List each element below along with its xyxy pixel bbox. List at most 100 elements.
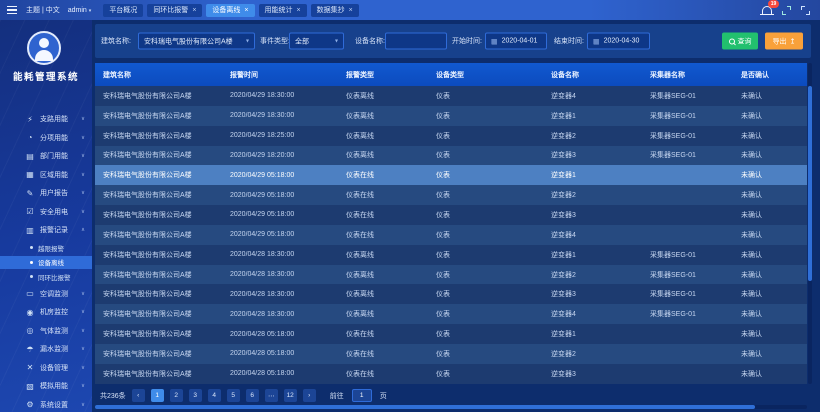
chevron-icon: ∨ <box>81 116 85 122</box>
pagination-ellipsis[interactable]: ⋯ <box>265 389 278 402</box>
table-cell: 仪表在线 <box>338 190 428 200</box>
pagination-page-2[interactable]: 2 <box>170 389 183 402</box>
sidebar-item-区域用能[interactable]: ▦区域用能∨ <box>0 166 92 185</box>
pagination-page-6[interactable]: 6 <box>246 389 259 402</box>
tab-用能统计[interactable]: 用能统计× <box>259 4 307 17</box>
sidebar-subitem-同环比报警[interactable]: 同环比报警 <box>0 270 92 283</box>
pagination-page-3[interactable]: 3 <box>189 389 202 402</box>
goto-page-input[interactable]: 1 <box>352 389 372 402</box>
chevron-icon: ∨ <box>81 153 85 159</box>
sidebar-item-漏水监测[interactable]: ☂漏水监测∨ <box>0 340 92 359</box>
tab-close-icon[interactable]: × <box>192 7 196 14</box>
table-row[interactable]: 安科瑞电气股份有限公司A楼2020/04/28 18:30:00仪表离线仪表逆变… <box>95 284 807 304</box>
export-button[interactable]: 导出 ↥ <box>765 33 803 50</box>
table-cell: 仪表在线 <box>338 230 428 240</box>
table-row[interactable]: 安科瑞电气股份有限公司A楼2020/04/28 05:18:00仪表在线仪表逆变… <box>95 324 807 344</box>
tab-平台概况[interactable]: 平台概况 <box>103 4 143 17</box>
sidebar-item-安全用电[interactable]: ☑安全用电∨ <box>0 203 92 222</box>
device-name-input[interactable] <box>385 33 447 50</box>
fullscreen-icon[interactable] <box>801 6 810 15</box>
sidebar-item-用户报告[interactable]: ✎用户报告∨ <box>0 184 92 203</box>
table-cell: 采集器SEG-01 <box>642 91 733 101</box>
sidebar-subitem-设备离线[interactable]: 设备离线 <box>0 256 92 269</box>
table-row[interactable]: 安科瑞电气股份有限公司A楼2020/04/29 05:18:00仪表在线仪表逆变… <box>95 165 807 185</box>
chevron-icon: ∨ <box>81 209 85 215</box>
vertical-scrollbar-track[interactable] <box>808 63 812 384</box>
pagination-page-1[interactable]: 1 <box>151 389 164 402</box>
tab-数据集抄[interactable]: 数据集抄 × <box>311 4 359 17</box>
sidebar-item-模拟用能[interactable]: ▧模拟用能∨ <box>0 377 92 396</box>
table-row[interactable]: 安科瑞电气股份有限公司A楼2020/04/28 05:18:00仪表在线仪表逆变… <box>95 344 807 364</box>
building-label: 建筑名称: <box>101 24 131 58</box>
table-cell: 2020/04/29 05:18:00 <box>222 192 338 199</box>
sidebar: 能耗管理系统 ⚡支路用能∨◔分项用能∨▤部门用能∨▦区域用能∨✎用户报告∨☑安全… <box>0 20 92 412</box>
sidebar-item-机房监控[interactable]: ◉机房监控∨ <box>0 303 92 322</box>
building-select[interactable]: 安科瑞电气股份有限公司A楼 ▾ <box>138 33 255 50</box>
tab-label: 数据集抄 <box>317 5 345 15</box>
table-row[interactable]: 安科瑞电气股份有限公司A楼2020/04/28 18:30:00仪表离线仪表逆变… <box>95 265 807 285</box>
table-cell: 逆变器3 <box>543 289 642 299</box>
pagination-page-12[interactable]: 12 <box>284 389 297 402</box>
table-cell: 采集器SEG-01 <box>642 131 733 141</box>
start-date-input[interactable]: ▦ 2020-04-01 <box>485 33 547 50</box>
sidebar-item-气体监测[interactable]: ◎气体监测∨ <box>0 322 92 341</box>
tab-设备离线[interactable]: 设备离线× <box>206 4 254 17</box>
user-menu[interactable]: admin▾ <box>68 7 92 14</box>
topbar: 主题 | 中文 admin▾ 平台概况同环比报警× 设备离线× 用能统计× 数据集抄 ×… <box>0 0 820 20</box>
event-type-select[interactable]: 全部 ▾ <box>289 33 344 50</box>
sidebar-item-报警记录[interactable]: ▥报警记录∧ <box>0 221 92 240</box>
vertical-scrollbar-thumb[interactable] <box>808 86 812 281</box>
table-cell: 安科瑞电气股份有限公司A楼 <box>95 190 222 200</box>
table-row[interactable]: 安科瑞电气股份有限公司A楼2020/04/29 05:18:00仪表在线仪表逆变… <box>95 185 807 205</box>
sidebar-item-空调监测[interactable]: ▭空调监测∨ <box>0 285 92 304</box>
table-cell: 仪表离线 <box>338 289 428 299</box>
table-cell: 安科瑞电气股份有限公司A楼 <box>95 111 222 121</box>
sidebar-item-支路用能[interactable]: ⚡支路用能∨ <box>0 110 92 129</box>
region-energy-icon: ▦ <box>24 170 36 179</box>
horizontal-scrollbar-thumb[interactable] <box>95 405 755 409</box>
column-header-设备名称: 设备名称 <box>543 70 642 80</box>
tab-close-icon[interactable]: × <box>349 7 353 14</box>
chevron-icon: ∨ <box>81 291 85 297</box>
tab-close-icon[interactable]: × <box>297 7 301 14</box>
pagination-prev-button[interactable]: ‹ <box>132 389 145 402</box>
table-cell: 仪表 <box>428 270 543 280</box>
menu-toggle-icon[interactable] <box>7 6 17 14</box>
theme-language-switch[interactable]: 主题 | 中文 <box>26 5 60 15</box>
table-row[interactable]: 安科瑞电气股份有限公司A楼2020/04/29 18:25:00仪表离线仪表逆变… <box>95 126 807 146</box>
table-cell: 逆变器3 <box>543 369 642 379</box>
sidebar-item-系统设置[interactable]: ⚙系统设置∨ <box>0 396 92 412</box>
sidebar-item-label: 设备管理 <box>40 363 68 373</box>
pagination-page-4[interactable]: 4 <box>208 389 221 402</box>
sidebar-subitem-越限报警[interactable]: 越限报警 <box>0 241 92 254</box>
table-row[interactable]: 安科瑞电气股份有限公司A楼2020/04/28 05:18:00仪表在线仪表逆变… <box>95 364 807 384</box>
search-button[interactable]: 查询 <box>722 33 758 50</box>
tab-同环比报警[interactable]: 同环比报警× <box>147 4 202 17</box>
table-cell: 逆变器2 <box>543 270 642 280</box>
table-cell: 仪表离线 <box>338 91 428 101</box>
table-row[interactable]: 安科瑞电气股份有限公司A楼2020/04/28 18:30:00仪表离线仪表逆变… <box>95 245 807 265</box>
column-header-设备类型: 设备类型 <box>428 70 543 80</box>
table-row[interactable]: 安科瑞电气股份有限公司A楼2020/04/28 18:30:00仪表离线仪表逆变… <box>95 304 807 324</box>
horizontal-scrollbar-track[interactable] <box>95 405 807 409</box>
table-row[interactable]: 安科瑞电气股份有限公司A楼2020/04/29 18:20:00仪表离线仪表逆变… <box>95 146 807 166</box>
table-row[interactable]: 安科瑞电气股份有限公司A楼2020/04/29 05:18:00仪表在线仪表逆变… <box>95 225 807 245</box>
notifications-bell-icon[interactable]: 19 <box>761 4 772 16</box>
pagination-next-button[interactable]: › <box>303 389 316 402</box>
table-row[interactable]: 安科瑞电气股份有限公司A楼2020/04/29 18:30:00仪表离线仪表逆变… <box>95 86 807 106</box>
table-cell: 仪表在线 <box>338 210 428 220</box>
sidebar-item-部门用能[interactable]: ▤部门用能∨ <box>0 147 92 166</box>
sidebar-item-分项用能[interactable]: ◔分项用能∨ <box>0 129 92 148</box>
user-avatar[interactable] <box>27 31 61 65</box>
table-cell: 未确认 <box>733 289 807 299</box>
resize-icon[interactable] <box>782 6 791 15</box>
end-date-input[interactable]: ▦ 2020-04-30 <box>587 33 650 50</box>
table-cell: 2020/04/28 05:18:00 <box>222 350 338 357</box>
table-row[interactable]: 安科瑞电气股份有限公司A楼2020/04/29 18:30:00仪表离线仪表逆变… <box>95 106 807 126</box>
sidebar-item-设备管理[interactable]: ✕设备管理∨ <box>0 359 92 378</box>
table-row[interactable]: 安科瑞电气股份有限公司A楼2020/04/29 05:18:00仪表在线仪表逆变… <box>95 205 807 225</box>
chevron-icon: ∧ <box>81 227 85 233</box>
column-header-报警类型: 报警类型 <box>338 70 428 80</box>
pagination-page-5[interactable]: 5 <box>227 389 240 402</box>
tab-close-icon[interactable]: × <box>244 7 248 14</box>
